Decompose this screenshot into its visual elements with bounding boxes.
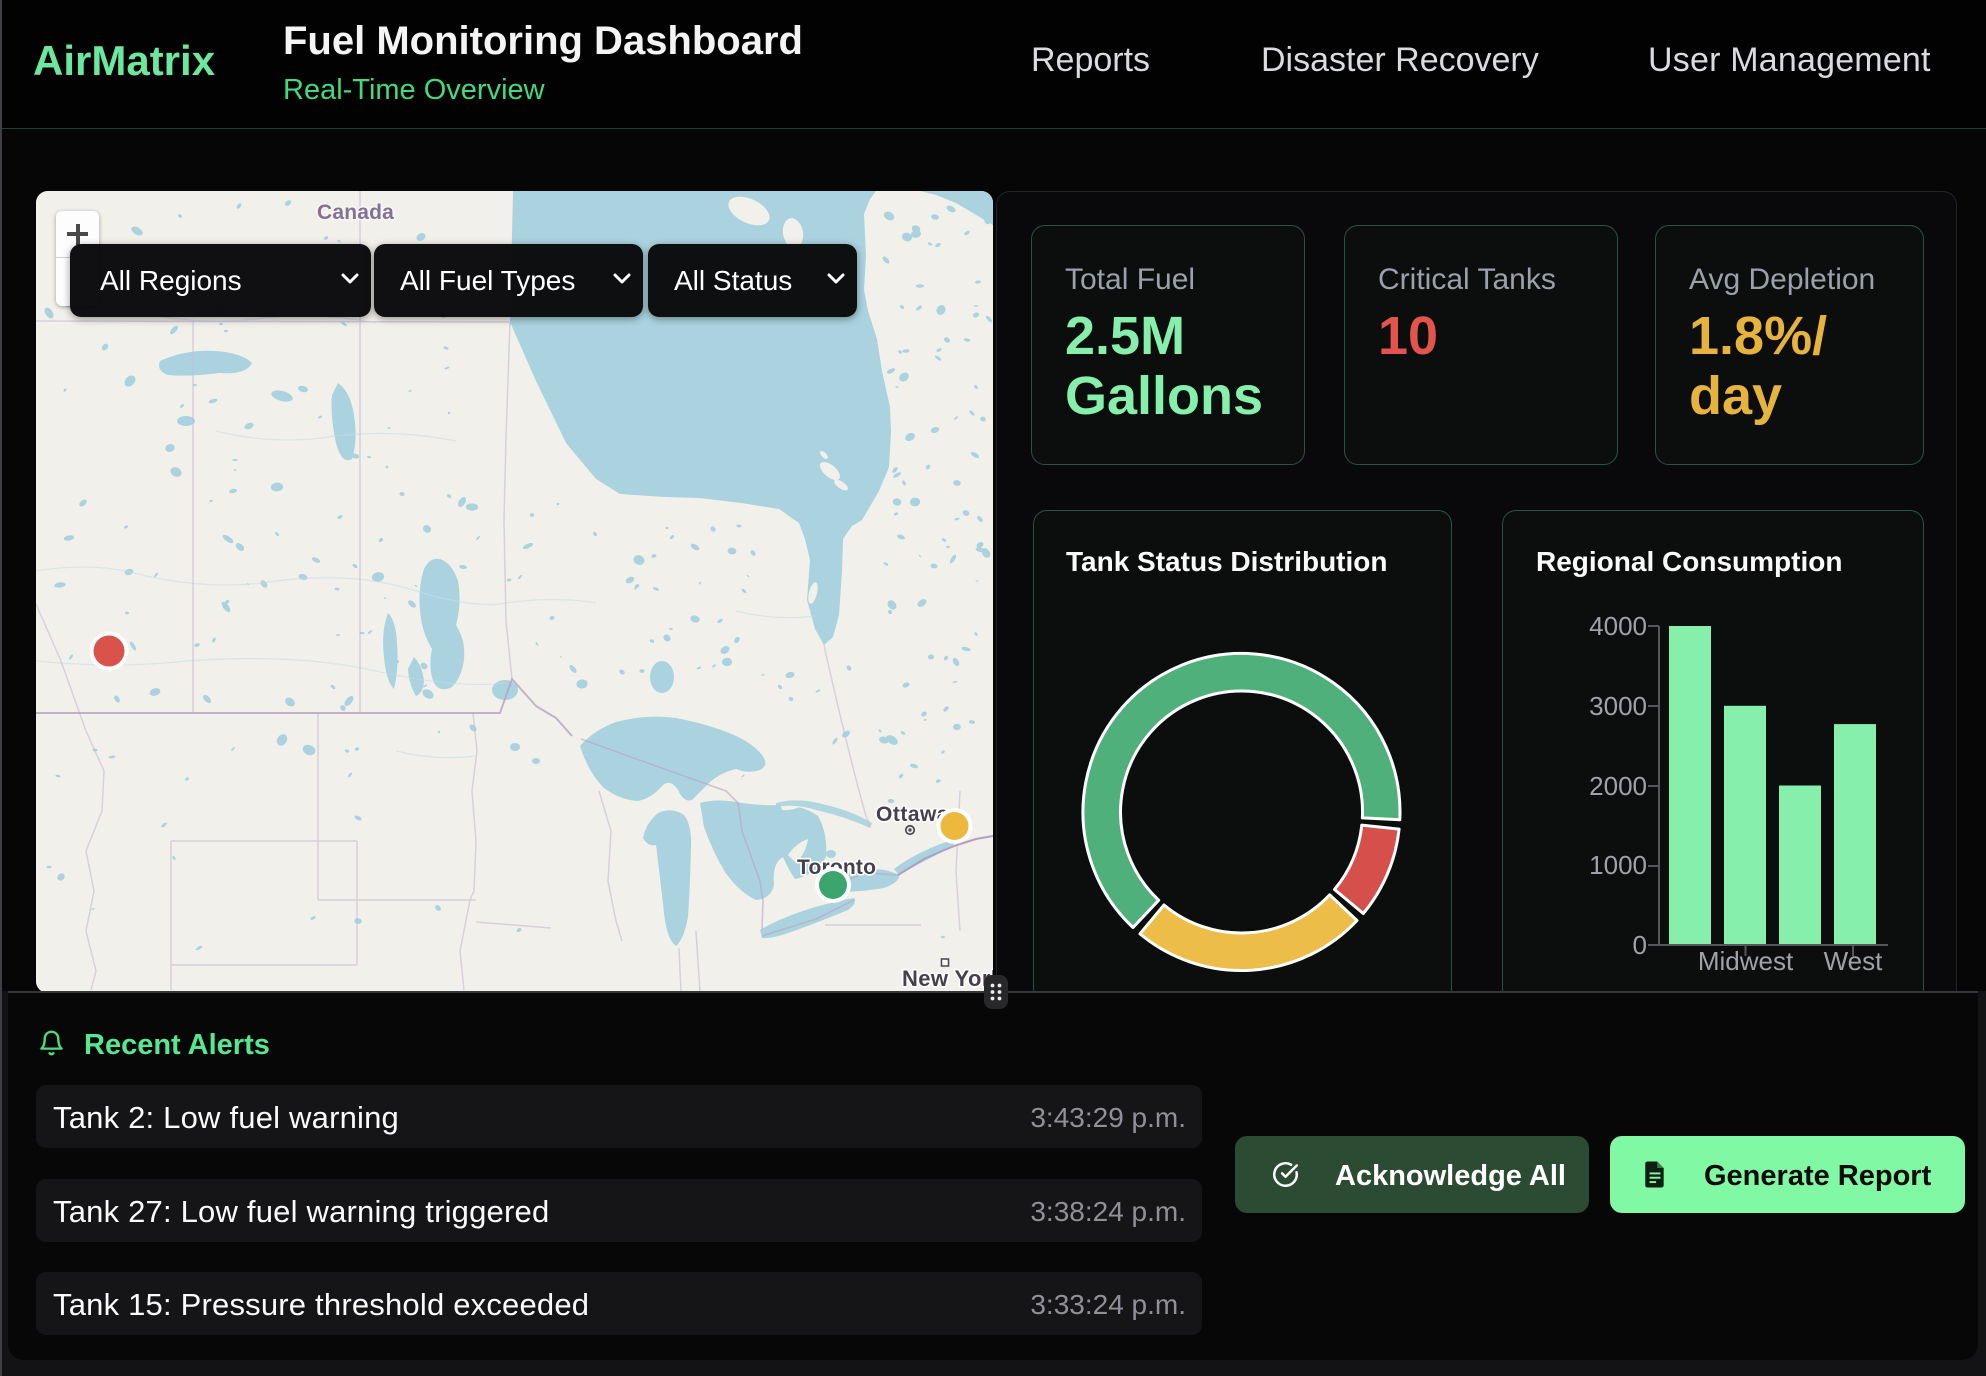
svg-text:Canada: Canada xyxy=(317,201,394,224)
svg-text:4000: 4000 xyxy=(1589,611,1647,641)
svg-text:3000: 3000 xyxy=(1589,691,1647,721)
svg-text:2000: 2000 xyxy=(1589,771,1647,801)
svg-text:New York: New York xyxy=(902,966,993,991)
svg-text:0: 0 xyxy=(1633,930,1647,960)
svg-text:1000: 1000 xyxy=(1589,850,1647,880)
